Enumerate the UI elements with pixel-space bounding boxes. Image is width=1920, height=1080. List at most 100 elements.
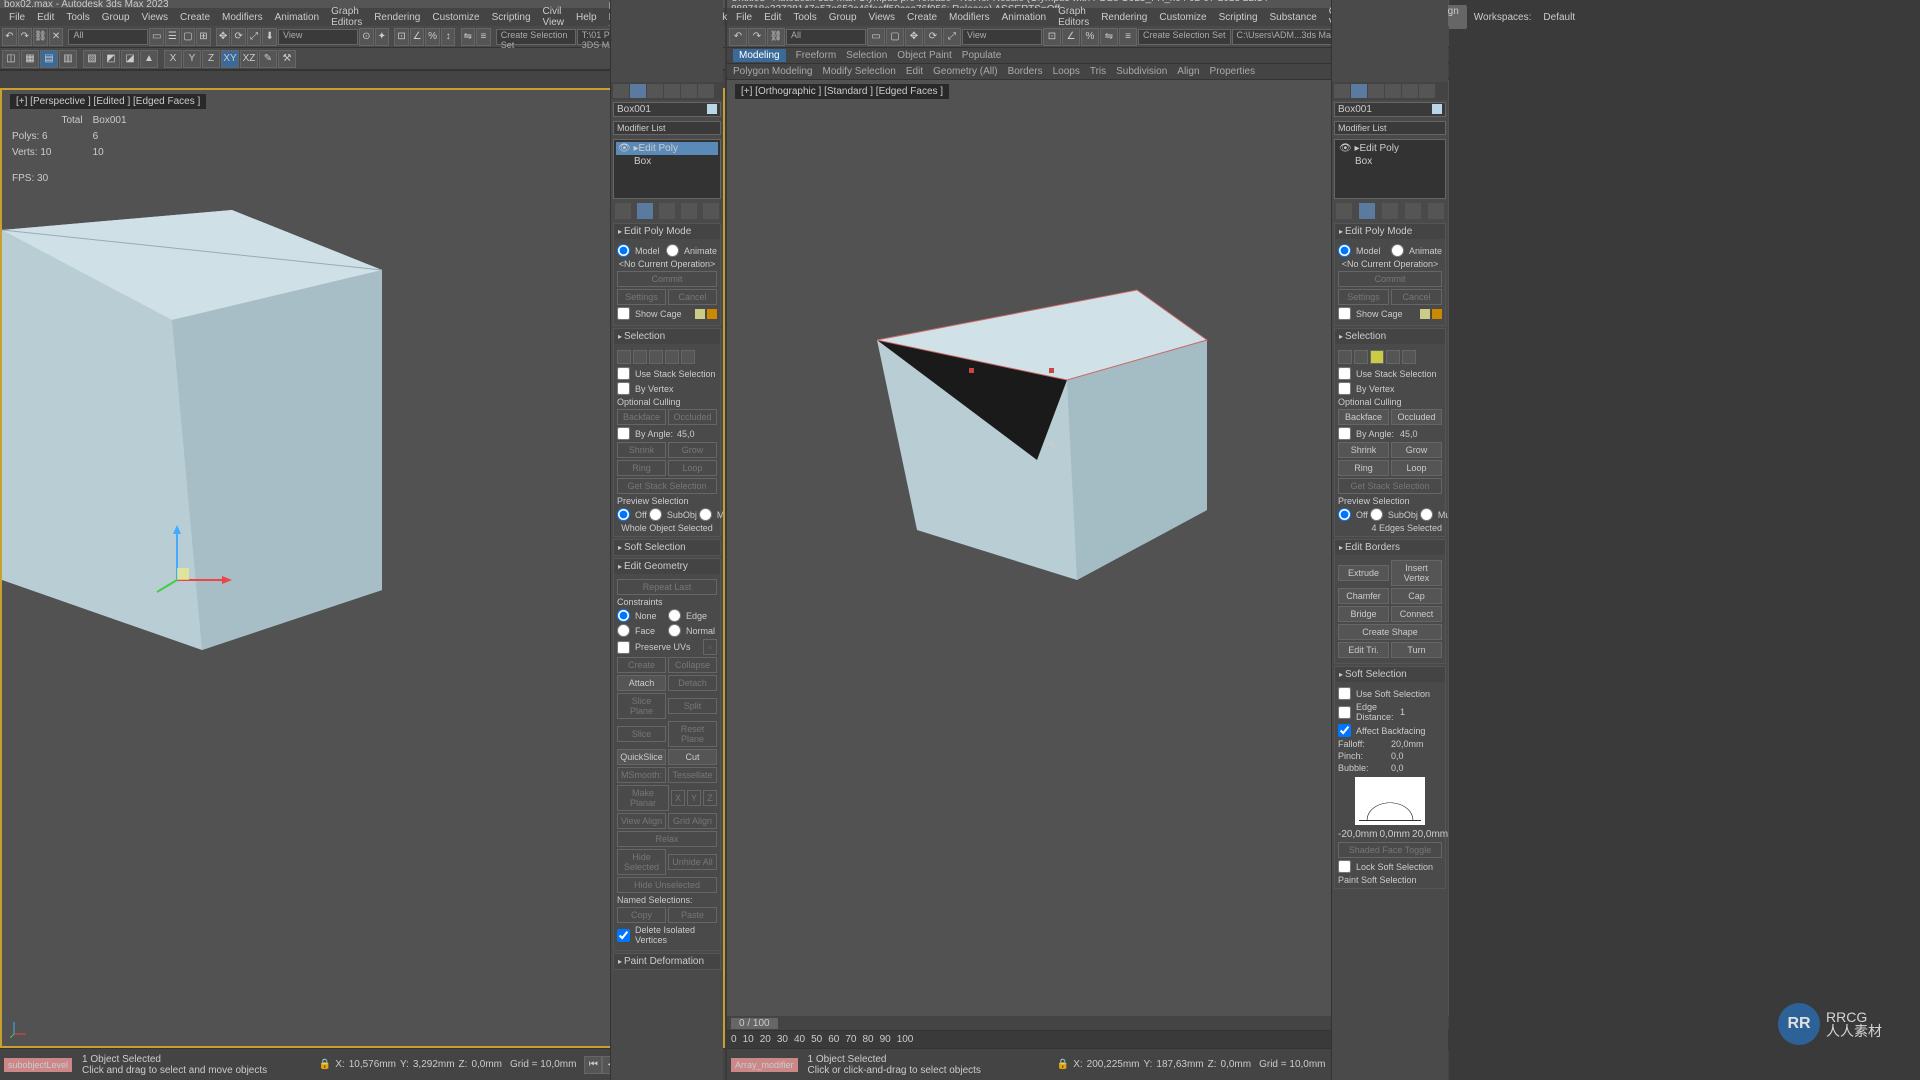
planar-x[interactable]: X [671,790,685,806]
commit-button[interactable]: Commit [1338,271,1442,287]
menu-file[interactable]: File [4,10,30,25]
unique-icon[interactable] [659,203,675,219]
mode-anim-radio[interactable] [666,244,679,257]
rotate-icon[interactable]: ⟳ [231,28,246,46]
connect-button[interactable]: Connect [1391,606,1442,622]
percent-snap-icon[interactable]: % [1081,28,1099,46]
selection-filter[interactable]: All [68,29,148,45]
tb2-6-icon[interactable]: ◩ [102,50,120,68]
chamfer-button[interactable]: Chamfer [1338,588,1389,604]
collapse-button[interactable]: Collapse [668,657,717,673]
rs-borders[interactable]: Borders [1008,66,1043,77]
modify-tab-icon[interactable] [630,84,646,98]
mode-model-radio[interactable] [1338,244,1351,257]
ring-button[interactable]: Ring [1338,460,1389,476]
rollout-mode-header[interactable]: Edit Poly Mode [1335,224,1445,239]
element-icon[interactable] [1402,350,1416,364]
c-none-radio[interactable] [617,609,630,622]
bridge-button[interactable]: Bridge [1338,606,1389,622]
rect-select-icon[interactable]: ▢ [886,28,904,46]
tb2-4-icon[interactable]: ▥ [59,50,77,68]
border-icon[interactable] [649,350,663,364]
relax-button[interactable]: Relax [617,831,717,847]
cancel-button[interactable]: Cancel [668,289,717,305]
rs-geom[interactable]: Geometry (All) [933,66,997,77]
settings-button[interactable]: Settings [1338,289,1389,305]
createshape-button[interactable]: Create Shape [1338,624,1442,640]
create-tab-icon[interactable] [1334,84,1350,98]
menu-group[interactable]: Group [97,10,135,25]
rollout-container[interactable]: Edit Poly Mode ModelAnimate <No Current … [611,221,723,1080]
menu-tools[interactable]: Tools [788,10,821,25]
rotate-icon[interactable]: ⟳ [924,28,942,46]
tb2-tool2-icon[interactable]: ⚒ [278,50,296,68]
lock-icon[interactable]: 🔒 [1057,1059,1069,1070]
rollout-borders-header[interactable]: Edit Borders [1335,540,1445,555]
rollout-container[interactable]: Edit Poly Mode ModelAnimate <No Current … [1332,221,1448,1080]
modifier-stack[interactable]: 👁 ▸ Edit Poly Box [613,139,721,199]
selection-set-input[interactable]: Create Selection Set [496,29,576,45]
bubble-spinner[interactable]: 0,0 [1391,763,1442,773]
timeline-slider[interactable]: 0 / 100 [731,1018,778,1029]
stack-box[interactable]: Box [616,155,718,168]
edge-icon[interactable] [1354,350,1368,364]
preserve-check[interactable] [617,641,630,654]
rs-loops[interactable]: Loops [1053,66,1080,77]
axis-xy[interactable]: XY [221,50,239,68]
shaded-button[interactable]: Shaded Face Toggle [1338,842,1442,858]
menu-tools[interactable]: Tools [61,10,94,25]
byangle-check[interactable] [1338,427,1351,440]
occluded-button[interactable]: Occluded [668,409,717,425]
show-cage-check[interactable] [1338,307,1351,320]
menu-modifiers[interactable]: Modifiers [944,10,995,25]
copy-button[interactable]: Copy [617,907,666,923]
usesoft-check[interactable] [1338,687,1351,700]
axis-x[interactable]: X [164,50,182,68]
stack-edit-poly[interactable]: 👁 ▸ Edit Poly [616,142,718,155]
rs-tris[interactable]: Tris [1090,66,1106,77]
ribbon-freeform[interactable]: Freeform [796,50,837,61]
cancel-button[interactable]: Cancel [1391,289,1442,305]
utilities-tab-icon[interactable] [1419,84,1435,98]
quickslice-button[interactable]: QuickSlice [617,749,666,765]
edgedist-spinner[interactable]: 1 [1400,707,1442,717]
prev-off-radio[interactable] [617,508,630,521]
motion-tab-icon[interactable] [1385,84,1401,98]
percent-snap-icon[interactable]: % [425,28,440,46]
tb2-tool-icon[interactable]: ✎ [259,50,277,68]
rollout-paint-header[interactable]: Paint Deformation [614,954,720,969]
detach-button[interactable]: Detach [668,675,717,691]
status-x[interactable]: 200,225mm [1087,1059,1140,1070]
lock-icon[interactable]: 🔒 [319,1059,331,1070]
hideun-button[interactable]: Hide Unselected [617,877,717,893]
backface-button[interactable]: Backface [617,409,666,425]
byvertex-check[interactable] [1338,382,1351,395]
byvertex-check[interactable] [617,382,630,395]
pivot-icon[interactable]: ⊙ [359,28,374,46]
unique-icon[interactable] [1382,203,1398,219]
move-icon[interactable]: ✥ [216,28,231,46]
insvert-button[interactable]: Insert Vertex [1391,560,1442,586]
rs-subdiv[interactable]: Subdivision [1116,66,1167,77]
cage-color1[interactable] [695,309,705,319]
stack-edit-poly[interactable]: 👁 ▸ Edit Poly [1337,142,1443,155]
show-end-icon[interactable] [637,203,653,219]
planar-y[interactable]: Y [687,790,701,806]
ribbon-populate[interactable]: Populate [962,50,1001,61]
gridalign-button[interactable]: Grid Align [668,813,717,829]
cut-button[interactable]: Cut [668,749,717,765]
shrink-button[interactable]: Shrink [617,442,666,458]
status-y[interactable]: 187,63mm [1156,1059,1203,1070]
axis-xz[interactable]: XZ [240,50,258,68]
tb2-8-icon[interactable]: ▲ [140,50,158,68]
loop-button[interactable]: Loop [1391,460,1442,476]
modify-tab-icon[interactable] [1351,84,1367,98]
scale-icon[interactable]: ⤢ [247,28,262,46]
object-name-input[interactable]: Box001 [613,102,721,117]
rollout-geo-header[interactable]: Edit Geometry [614,559,720,574]
rs-modsel[interactable]: Modify Selection [823,66,896,77]
display-tab-icon[interactable] [681,84,697,98]
move-icon[interactable]: ✥ [905,28,923,46]
snap-icon[interactable]: ⊡ [1043,28,1061,46]
rollout-selection-header[interactable]: Selection [1335,329,1445,344]
